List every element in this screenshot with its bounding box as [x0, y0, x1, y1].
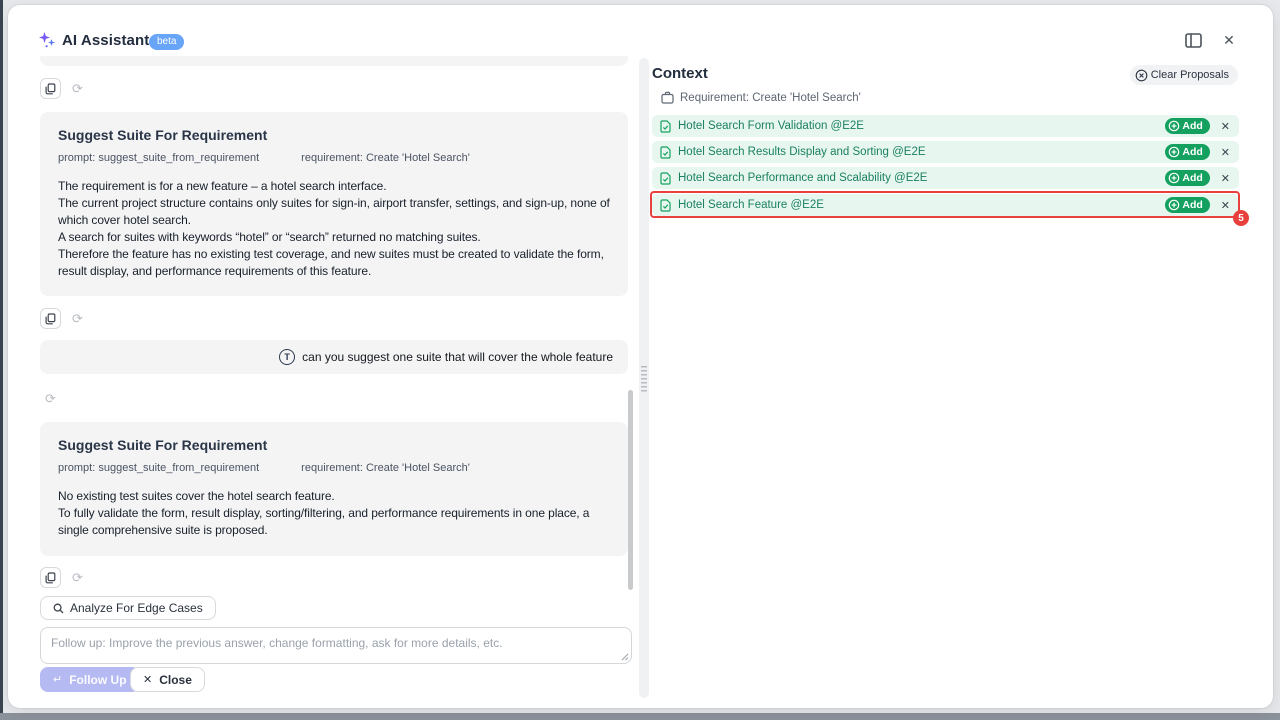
clear-proposals-label: Clear Proposals	[1151, 69, 1229, 81]
context-requirement: Requirement: Create 'Hotel Search'	[661, 91, 861, 104]
card-paragraph: The current project structure contains o…	[58, 195, 610, 229]
circle-x-icon	[1135, 69, 1148, 82]
briefcase-icon	[661, 91, 674, 104]
close-icon[interactable]: ✕	[1220, 31, 1238, 49]
user-message: T can you suggest one suite that will co…	[40, 340, 628, 374]
card-paragraph: To fully validate the form, result displ…	[58, 505, 610, 539]
context-title: Context	[652, 65, 708, 82]
doc-check-icon	[660, 120, 671, 133]
proposal-row[interactable]: Hotel Search Results Display and Sorting…	[652, 141, 1239, 163]
annotation-number-badge: 5	[1233, 210, 1249, 226]
proposal-row-highlighted[interactable]: Hotel Search Feature @E2E Add ✕	[652, 194, 1239, 216]
proposal-label: Hotel Search Feature @E2E	[678, 199, 1158, 211]
proposal-label: Hotel Search Performance and Scalability…	[678, 172, 1158, 184]
clear-proposals-button[interactable]: Clear Proposals	[1130, 65, 1238, 85]
card-meta: prompt: suggest_suite_from_requirement r…	[58, 152, 610, 164]
user-message-text: can you suggest one suite that will cove…	[302, 350, 613, 364]
assistant-response-card: Suggest Suite For Requirement prompt: su…	[40, 112, 628, 296]
add-label: Add	[1182, 120, 1202, 132]
doc-check-icon	[660, 172, 671, 185]
regenerate-icon[interactable]: ⟳	[67, 308, 88, 329]
message-actions-row-3: ⟳	[40, 388, 61, 409]
close-x-icon: ✕	[143, 673, 152, 686]
add-proposal-button[interactable]: Add	[1165, 170, 1209, 186]
plus-circle-icon	[1168, 146, 1180, 158]
copy-icon[interactable]	[40, 78, 61, 99]
message-actions-row-4: ⟳	[40, 567, 88, 588]
proposal-row[interactable]: Hotel Search Form Validation @E2E Add ✕	[652, 115, 1239, 137]
analyze-edge-cases-label: Analyze For Edge Cases	[70, 601, 203, 615]
proposal-label: Hotel Search Form Validation @E2E	[678, 120, 1158, 132]
close-label: Close	[159, 673, 192, 687]
remove-proposal-icon[interactable]: ✕	[1217, 172, 1234, 185]
add-label: Add	[1182, 199, 1202, 211]
add-proposal-button[interactable]: Add	[1165, 118, 1209, 134]
add-proposal-button[interactable]: Add	[1165, 197, 1209, 213]
followup-input[interactable]	[40, 627, 632, 664]
follow-up-label: Follow Up	[69, 673, 126, 687]
regenerate-icon[interactable]: ⟳	[67, 78, 88, 99]
card-title: Suggest Suite For Requirement	[58, 437, 610, 453]
card-title: Suggest Suite For Requirement	[58, 127, 610, 143]
message-actions-row-1: ⟳	[40, 78, 88, 99]
search-icon	[53, 603, 64, 614]
close-button[interactable]: ✕ Close	[130, 667, 205, 692]
card-paragraph: A search for suites with keywords “hotel…	[58, 229, 610, 246]
prompt-meta: prompt: suggest_suite_from_requirement	[58, 462, 259, 474]
enter-icon: ↵	[53, 673, 62, 686]
chat-scrollbar[interactable]	[628, 390, 633, 590]
prompt-meta: prompt: suggest_suite_from_requirement	[58, 152, 259, 164]
assistant-response-card: Suggest Suite For Requirement prompt: su…	[40, 422, 628, 556]
context-requirement-label: Requirement: Create 'Hotel Search'	[680, 92, 861, 104]
beta-badge: beta	[149, 34, 184, 50]
regenerate-icon[interactable]: ⟳	[67, 567, 88, 588]
add-label: Add	[1182, 172, 1202, 184]
regenerate-icon[interactable]: ⟳	[40, 388, 61, 409]
message-actions-row-2: ⟳	[40, 308, 88, 329]
proposal-row[interactable]: Hotel Search Performance and Scalability…	[652, 167, 1239, 189]
remove-proposal-icon[interactable]: ✕	[1217, 146, 1234, 159]
followup-input-wrap	[40, 627, 632, 664]
remove-proposal-icon[interactable]: ✕	[1217, 199, 1234, 212]
plus-circle-icon	[1168, 172, 1180, 184]
add-proposal-button[interactable]: Add	[1165, 144, 1209, 160]
page-background: AI Assistant beta ✕ ⟳ Suggest Suite For …	[0, 0, 1280, 720]
plus-circle-icon	[1168, 199, 1180, 211]
proposal-label: Hotel Search Results Display and Sorting…	[678, 146, 1158, 158]
follow-up-button[interactable]: ↵ Follow Up	[40, 667, 140, 692]
card-paragraph: The requirement is for a new feature – a…	[58, 178, 610, 195]
card-paragraph: No existing test suites cover the hotel …	[58, 488, 610, 505]
sparkles-icon	[38, 31, 57, 50]
card-body: No existing test suites cover the hotel …	[58, 488, 610, 539]
copy-icon[interactable]	[40, 567, 61, 588]
scrolled-card-sliver	[40, 56, 628, 66]
copy-icon[interactable]	[40, 308, 61, 329]
panel-toggle-icon[interactable]	[1184, 31, 1202, 49]
card-body: The requirement is for a new feature – a…	[58, 178, 610, 280]
card-paragraph: Therefore the feature has no existing te…	[58, 246, 610, 280]
doc-check-icon	[660, 146, 671, 159]
requirement-meta: requirement: Create 'Hotel Search'	[301, 152, 470, 164]
window-bottom-edge	[0, 713, 1280, 720]
doc-check-icon	[660, 199, 671, 212]
add-label: Add	[1182, 146, 1202, 158]
remove-proposal-icon[interactable]: ✕	[1217, 120, 1234, 133]
plus-circle-icon	[1168, 120, 1180, 132]
panel-resizer[interactable]	[639, 58, 649, 698]
page-title: AI Assistant	[62, 32, 149, 49]
analyze-edge-cases-button[interactable]: Analyze For Edge Cases	[40, 596, 216, 620]
user-avatar: T	[279, 349, 295, 365]
card-meta: prompt: suggest_suite_from_requirement r…	[58, 462, 610, 474]
window-left-edge	[0, 0, 3, 720]
requirement-meta: requirement: Create 'Hotel Search'	[301, 462, 470, 474]
resizer-grip-icon	[641, 366, 647, 392]
